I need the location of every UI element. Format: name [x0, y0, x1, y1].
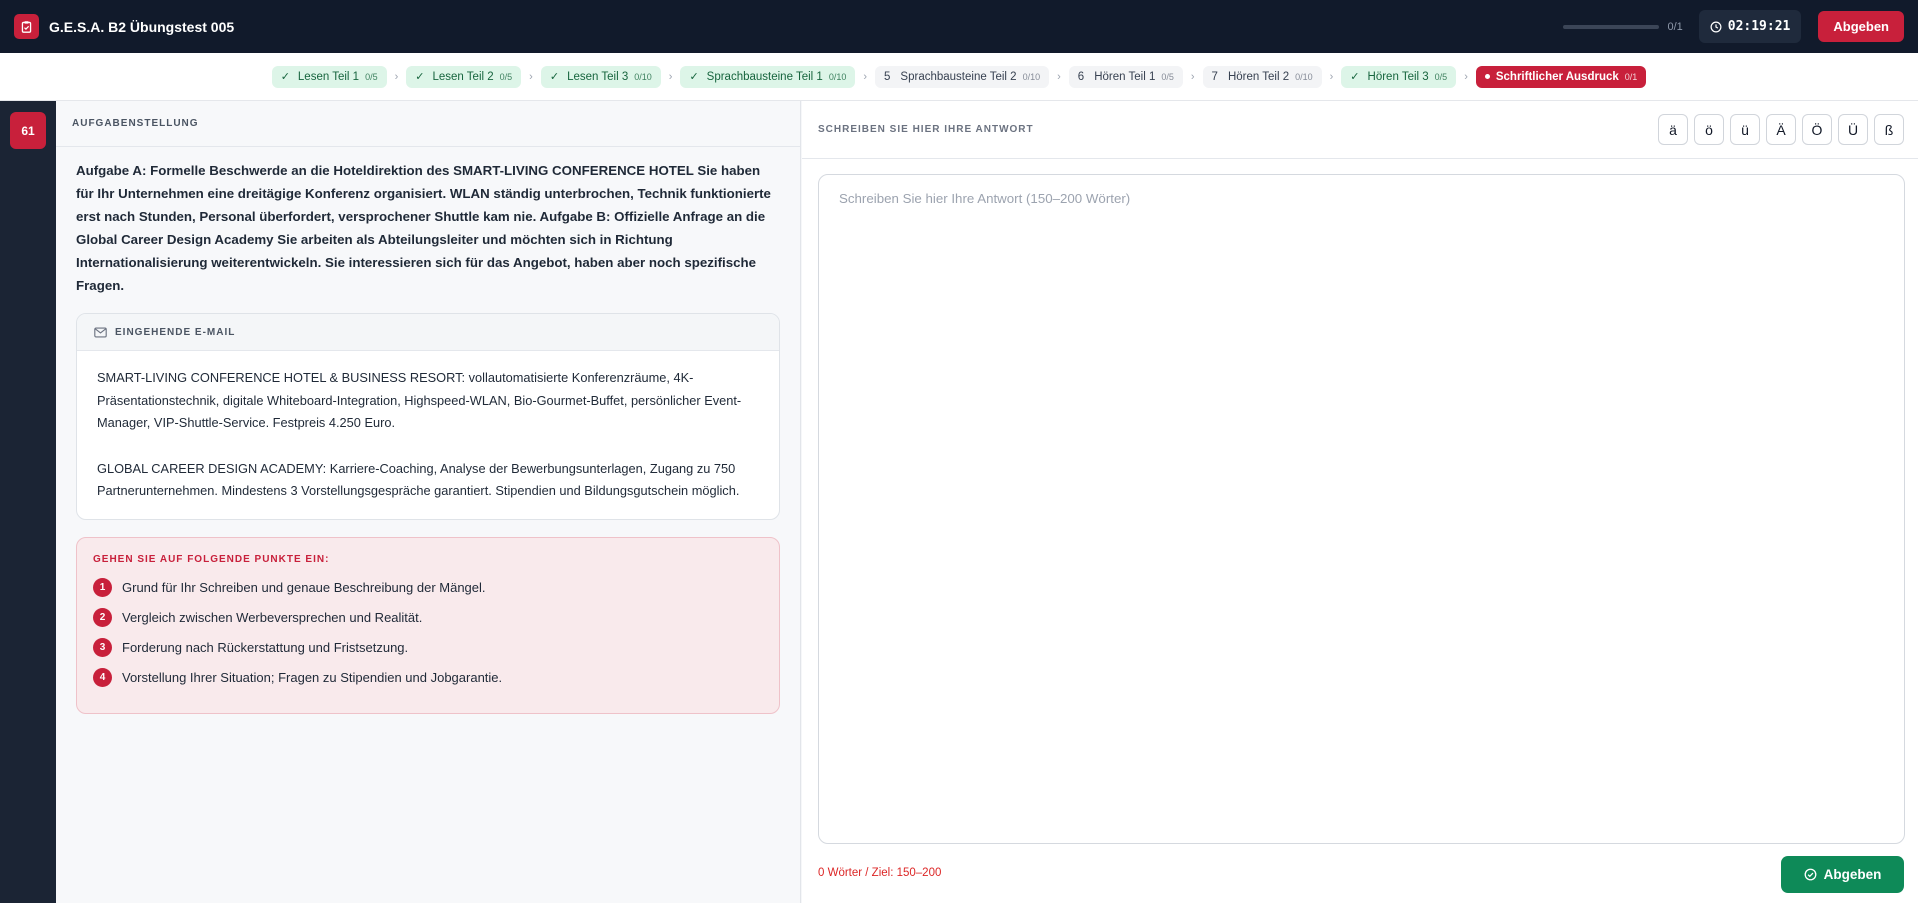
chevron-right-icon: ›: [394, 70, 399, 83]
step-lesen-teil-1[interactable]: ✓ Lesen Teil 1 0/5: [271, 65, 387, 88]
task-heading: AUFGABENSTELLUNG: [56, 101, 800, 147]
email-paragraph: GLOBAL CAREER DESIGN ACADEMY: Karriere-C…: [97, 460, 740, 499]
point-number: 1: [93, 578, 112, 598]
check-icon: ✓: [1350, 71, 1360, 83]
submit-button-label: Abgeben: [1823, 867, 1882, 882]
submit-button-bottom[interactable]: Abgeben: [1781, 856, 1904, 893]
word-count: 0 Wörter / Ziel: 150–200: [818, 867, 942, 879]
umlaut-toolbar: ä ö ü Ä Ö Ü ß: [1658, 114, 1904, 145]
step-sprachbausteine-teil-1[interactable]: ✓ Sprachbausteine Teil 1 0/10: [680, 65, 856, 88]
answer-panel: SCHREIBEN SIE HIER IHRE ANTWORT ä ö ü Ä …: [802, 101, 1918, 903]
point-number: 3: [93, 638, 112, 658]
point-text: Forderung nach Rückerstattung und Frists…: [122, 640, 409, 656]
app-title: G.E.S.A. B2 Übungstest 005: [49, 18, 235, 35]
point-item: 3 Forderung nach Rückerstattung und Frist…: [93, 633, 763, 663]
step-hoeren-teil-2[interactable]: 7 Hören Teil 2 0/10: [1202, 65, 1322, 88]
step-lesen-teil-3[interactable]: ✓ Lesen Teil 3 0/10: [540, 65, 661, 88]
answer-textarea[interactable]: [818, 174, 1905, 844]
point-item: 1 Grund für Ihr Schreiben und genaue Besc…: [93, 573, 763, 603]
umlaut-button-OE[interactable]: Ö: [1802, 114, 1832, 145]
umlaut-button-UE[interactable]: Ü: [1838, 114, 1868, 145]
chevron-right-icon: ›: [1190, 70, 1195, 83]
point-item: 4 Vorstellung Ihrer Situation; Fragen zu …: [93, 663, 763, 693]
chevron-right-icon: ›: [529, 70, 533, 83]
check-icon: ✓: [415, 71, 425, 83]
eszett-button[interactable]: ß: [1874, 114, 1904, 145]
step-hoeren-teil-1[interactable]: 6 Hören Teil 1 0/5: [1068, 65, 1183, 88]
question-rail: 61: [0, 101, 56, 903]
submit-button-top[interactable]: Abgeben: [1818, 11, 1904, 42]
incoming-email-card: EINGEHENDE E-MAIL SMART-LIVING CONFERENC…: [76, 313, 780, 520]
chevron-right-icon: ›: [863, 70, 868, 83]
check-icon: ✓: [689, 71, 699, 83]
point-number: 4: [93, 668, 112, 688]
answer-header: SCHREIBEN SIE HIER IHRE ANTWORT ä ö ü Ä …: [802, 101, 1918, 159]
check-circle-icon: [1804, 868, 1817, 881]
email-card-header: EINGEHENDE E-MAIL: [77, 314, 779, 351]
check-icon: ✓: [280, 71, 290, 83]
clipboard-icon: [14, 14, 39, 39]
step-lesen-teil-2[interactable]: ✓ Lesen Teil 2 0/5: [406, 65, 522, 88]
progress-count: 0/1: [1667, 20, 1683, 33]
point-text: Vorstellung Ihrer Situation; Fragen zu S…: [122, 670, 503, 686]
email-body: SMART-LIVING CONFERENCE HOTEL & BUSINESS…: [77, 351, 779, 519]
point-text: Vergleich zwischen Werbeversprechen und …: [122, 610, 423, 626]
clock-icon: [1710, 21, 1722, 32]
email-paragraph: SMART-LIVING CONFERENCE HOTEL & BUSINESS…: [97, 370, 742, 431]
email-card-title: EINGEHENDE E-MAIL: [115, 326, 236, 338]
step-schriftlicher-ausdruck[interactable]: Schriftlicher Ausdruck 0/1: [1475, 65, 1647, 88]
timer: 02:19:21: [1698, 10, 1802, 43]
step-sprachbausteine-teil-2[interactable]: 5 Sprachbausteine Teil 2 0/10: [875, 65, 1050, 88]
check-icon: ✓: [549, 71, 560, 83]
point-text: Grund für Ihr Schreiben und genaue Besch…: [122, 580, 486, 596]
mail-icon: [94, 326, 107, 338]
task-panel: AUFGABENSTELLUNG Aufgabe A: Formelle Bes…: [56, 101, 801, 903]
active-dot-icon: [1484, 74, 1490, 79]
step-hoeren-teil-3[interactable]: ✓ Hören Teil 3 0/5: [1341, 65, 1457, 88]
points-card: GEHEN SIE AUF FOLGENDE PUNKTE EIN: 1 Grun…: [76, 536, 780, 714]
top-bar: G.E.S.A. B2 Übungstest 005 0/1 02:19:21 …: [0, 0, 1918, 53]
chevron-right-icon: ›: [1329, 70, 1334, 83]
umlaut-button-oe[interactable]: ö: [1694, 114, 1724, 145]
section-steps-nav: ✓ Lesen Teil 1 0/5 › ✓ Lesen Teil 2 0/5 › ✓ L…: [0, 53, 1918, 101]
progress-bar: [1563, 24, 1660, 29]
chevron-right-icon: ›: [1057, 70, 1061, 83]
task-description: Aufgabe A: Formelle Beschwerde an die Ho…: [76, 163, 771, 293]
chevron-right-icon: ›: [668, 70, 673, 83]
point-item: 2 Vergleich zwischen Werbeversprechen und…: [93, 603, 763, 633]
umlaut-button-AE[interactable]: Ä: [1766, 114, 1796, 145]
umlaut-button-ae[interactable]: ä: [1658, 114, 1688, 145]
umlaut-button-ue[interactable]: ü: [1730, 114, 1760, 145]
point-number: 2: [93, 608, 112, 628]
chevron-right-icon: ›: [1464, 70, 1468, 83]
points-heading: GEHEN SIE AUF FOLGENDE PUNKTE EIN:: [93, 553, 330, 565]
timer-value: 02:19:21: [1727, 19, 1791, 34]
question-number-badge[interactable]: 61: [10, 112, 46, 149]
answer-heading: SCHREIBEN SIE HIER IHRE ANTWORT: [818, 124, 1034, 135]
